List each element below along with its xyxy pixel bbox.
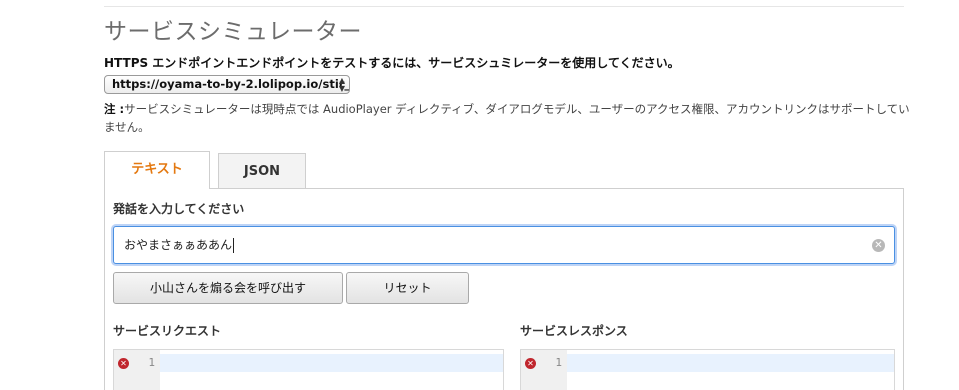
utterance-label: 発話を入力してください xyxy=(113,202,245,216)
error-icon: ✕ xyxy=(525,358,536,369)
endpoint-select[interactable]: https://oyama-to-by-2.lolipop.io/stir_up… xyxy=(104,75,350,94)
clear-circle-icon[interactable]: ✕ xyxy=(872,239,885,252)
endpoint-select-value: https://oyama-to-by-2.lolipop.io/stir_up xyxy=(112,77,350,91)
top-divider xyxy=(104,6,904,7)
page-title: サービスシミュレーター xyxy=(104,19,363,45)
note-text: サービスシミュレーターは現時点では AudioPlayer ディレクティブ、ダイ… xyxy=(104,102,910,134)
note-label: 注 : xyxy=(104,102,125,116)
utterance-input[interactable]: おやまさぁぁああん ✕ xyxy=(113,226,895,264)
active-line-highlight xyxy=(160,354,503,372)
utterance-input-value: おやまさぁぁああん xyxy=(124,238,233,252)
note: 注 :サービスシミュレーターは現時点では AudioPlayer ディレクティブ… xyxy=(104,100,914,136)
tab-json[interactable]: JSON xyxy=(218,153,306,189)
reset-button[interactable]: リセット xyxy=(346,272,469,304)
text-caret xyxy=(233,238,235,253)
service-response-label: サービスレスポンス xyxy=(520,324,628,338)
editor-gutter: ✕ 1 xyxy=(521,350,567,390)
active-line-highlight xyxy=(567,354,894,372)
instruction-text: HTTPS エンドポイントエンドポイントをテストするには、サービスシュミレーター… xyxy=(104,56,680,70)
line-number: 1 xyxy=(555,356,562,369)
line-number: 1 xyxy=(148,356,155,369)
tab-text[interactable]: テキスト xyxy=(104,151,210,189)
service-simulator-page: サービスシミュレーター HTTPS エンドポイントエンドポイントをテストするには… xyxy=(0,0,959,390)
service-request-label: サービスリクエスト xyxy=(113,324,222,338)
select-arrows-icon: ▲ ▼ xyxy=(338,75,345,93)
error-icon: ✕ xyxy=(118,358,129,369)
editor-gutter: ✕ 1 xyxy=(114,350,160,390)
invoke-button[interactable]: 小山さんを煽る会を呼び出す xyxy=(113,272,343,304)
service-response-editor[interactable]: ✕ 1 xyxy=(520,349,895,390)
service-request-editor[interactable]: ✕ 1 xyxy=(113,349,504,390)
